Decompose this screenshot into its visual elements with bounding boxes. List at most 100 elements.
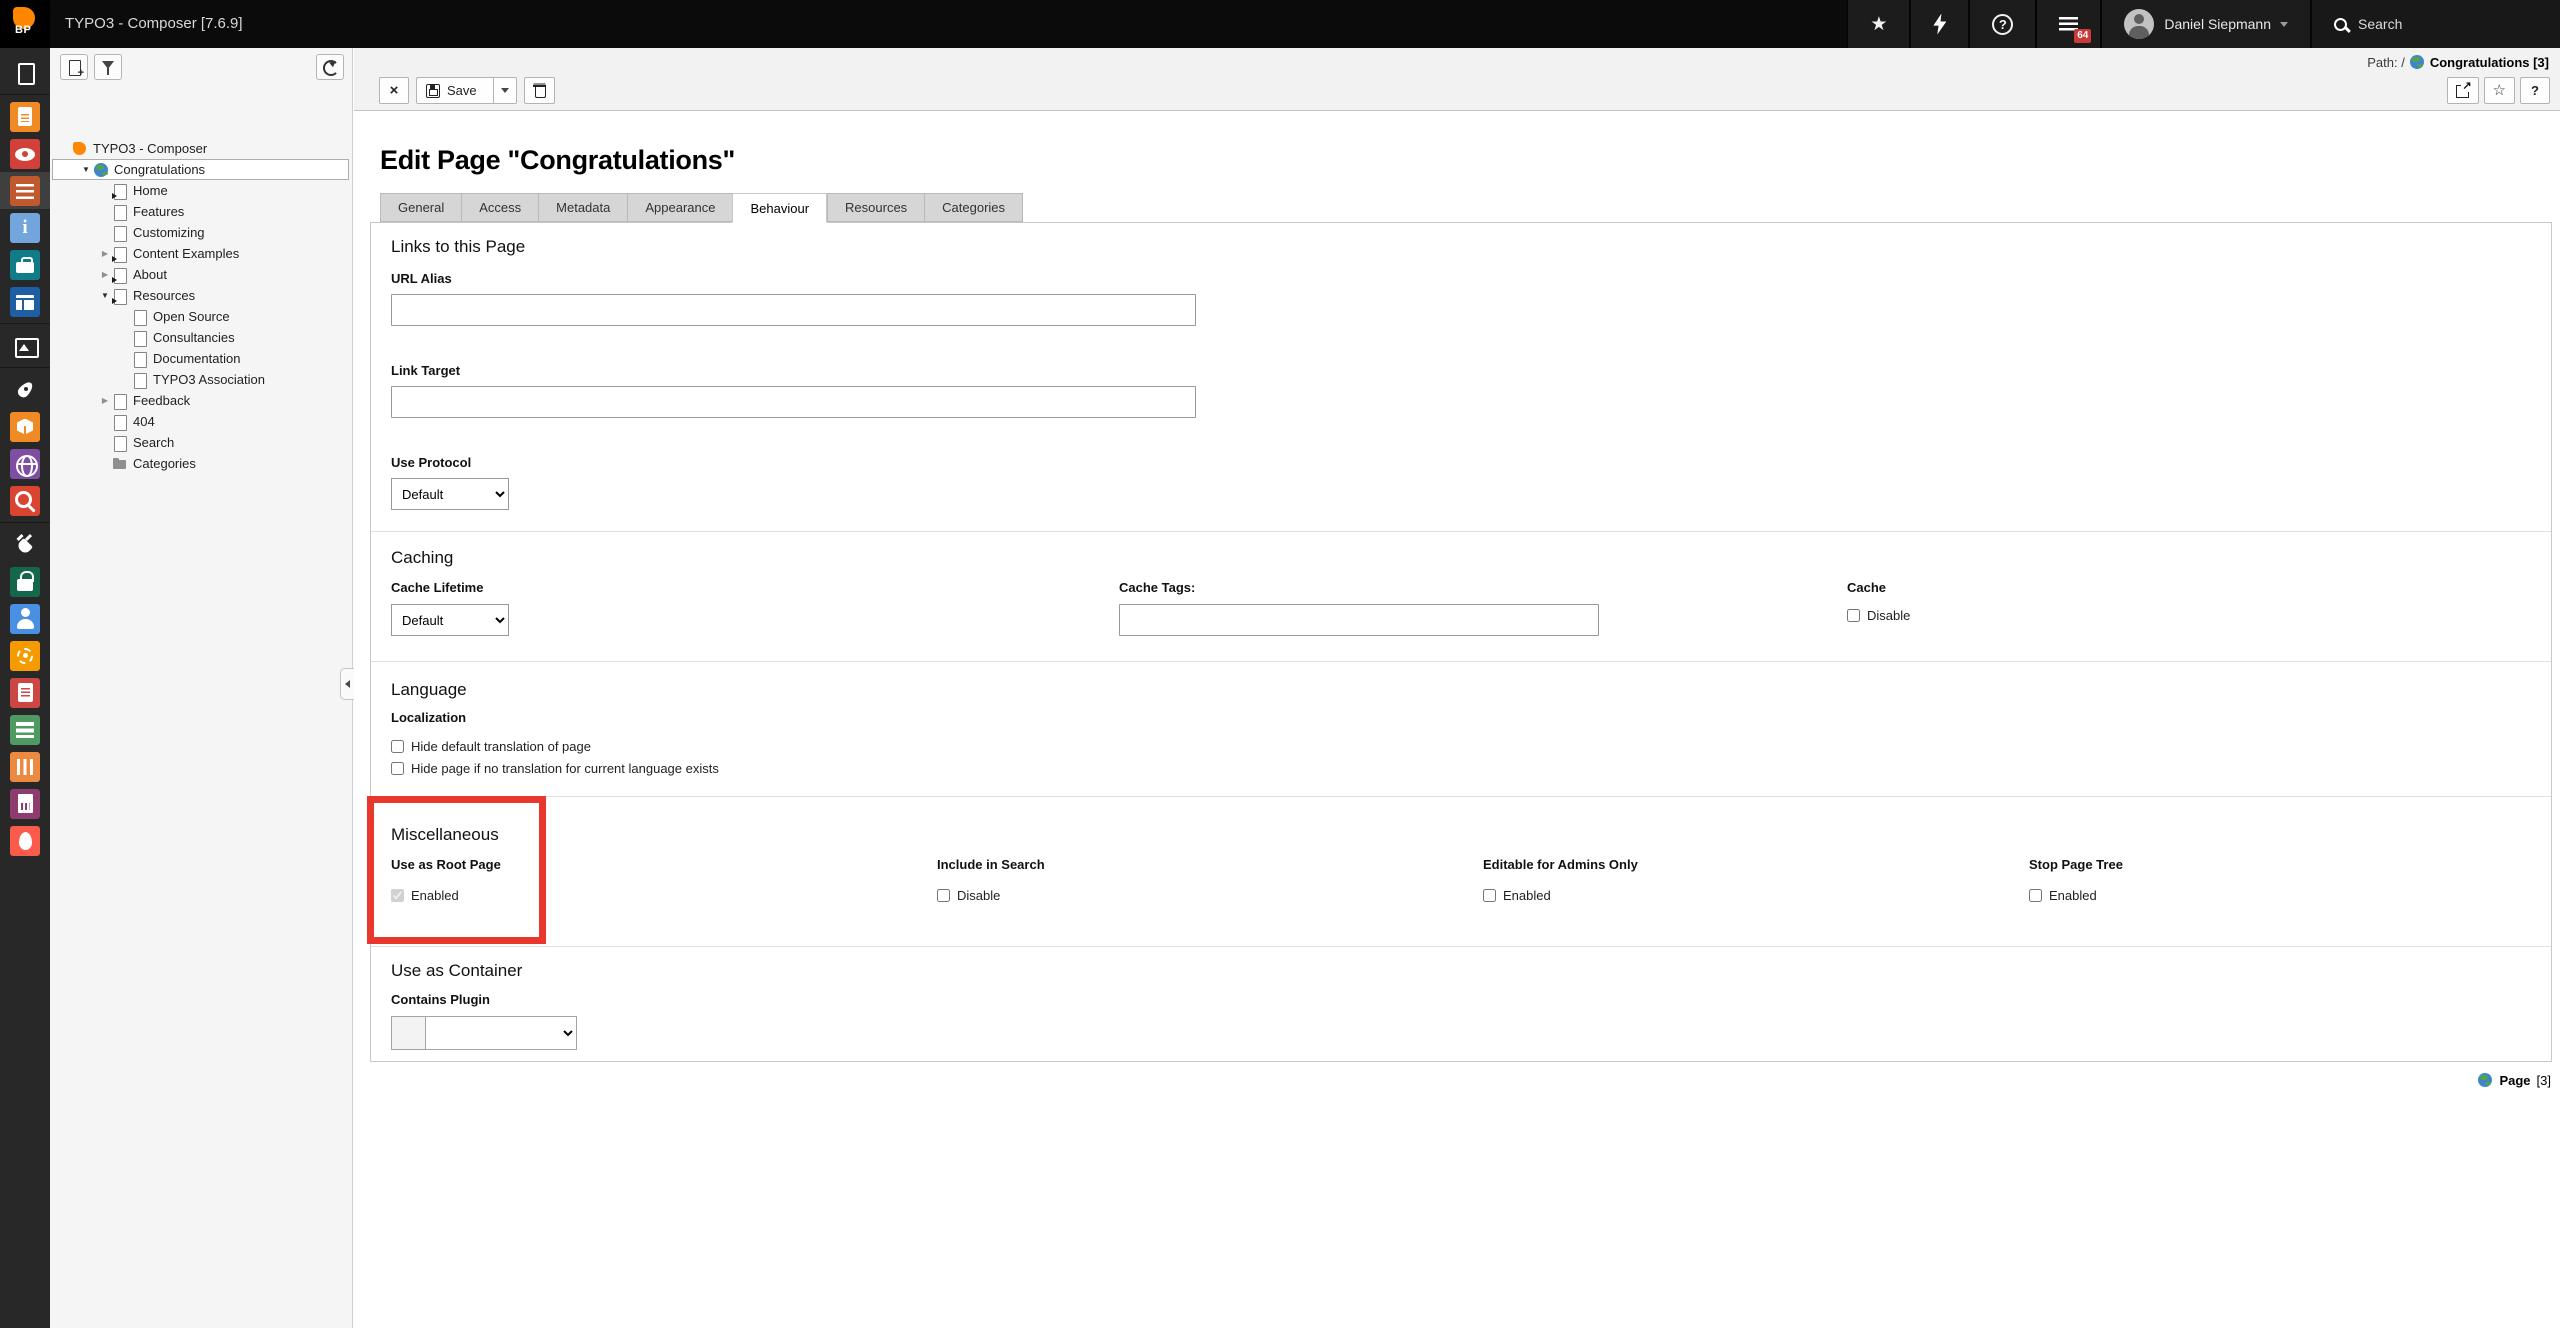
editable-for-admins-only-checkbox[interactable] bbox=[1483, 889, 1496, 902]
tree-toggle-icon[interactable]: ▼ bbox=[98, 292, 112, 300]
tree-node-label: TYPO3 - Composer bbox=[93, 141, 207, 156]
page-icon bbox=[112, 393, 128, 409]
hide-page-no-translation-checkbox[interactable] bbox=[391, 762, 404, 775]
module-view[interactable] bbox=[0, 98, 50, 135]
tree-toggle-icon[interactable]: ▶ bbox=[98, 250, 112, 258]
tree-toggle-icon[interactable]: ▶ bbox=[98, 271, 112, 279]
misc-field-include-in-search: Include in SearchDisable bbox=[937, 857, 1483, 903]
tree-node-about[interactable]: ▶About bbox=[52, 264, 349, 285]
open-documents-button[interactable]: 64 bbox=[2035, 0, 2100, 48]
close-button[interactable] bbox=[379, 77, 409, 104]
field-label: Include in Search bbox=[937, 857, 1483, 872]
module-indexed-search[interactable] bbox=[0, 482, 50, 519]
clear-cache-button[interactable] bbox=[1909, 0, 1968, 48]
tab-access[interactable]: Access bbox=[461, 193, 538, 222]
tree-node-resources[interactable]: ▼Resources bbox=[52, 285, 349, 306]
plug-icon bbox=[10, 530, 40, 560]
new-page-button[interactable] bbox=[60, 54, 88, 80]
tree-node-404[interactable]: 404 bbox=[52, 411, 349, 432]
module-rocket[interactable] bbox=[0, 371, 50, 408]
bookmarks-button[interactable] bbox=[1846, 0, 1909, 48]
module-extensions[interactable] bbox=[0, 408, 50, 445]
csh-help-button[interactable] bbox=[2520, 77, 2550, 104]
module-languages[interactable] bbox=[0, 445, 50, 482]
save-split-button: Save bbox=[416, 77, 517, 104]
tree-node-features[interactable]: Features bbox=[52, 201, 349, 222]
contains-plugin-select[interactable] bbox=[425, 1016, 577, 1050]
tree-node-congratulations[interactable]: ▼Congratulations bbox=[52, 159, 349, 180]
field-label: Stop Page Tree bbox=[2029, 857, 2551, 872]
save-options-button[interactable] bbox=[493, 78, 516, 103]
search-button[interactable]: Search bbox=[2310, 0, 2560, 48]
bookmark-button[interactable] bbox=[2484, 77, 2515, 104]
refresh-icon[interactable] bbox=[316, 54, 344, 80]
save-button[interactable]: Save bbox=[417, 78, 486, 103]
tab-general[interactable]: General bbox=[380, 193, 461, 222]
module-functions[interactable] bbox=[0, 246, 50, 283]
tree-node-typo3-association[interactable]: TYPO3 Association bbox=[52, 369, 349, 390]
module-permissions[interactable] bbox=[0, 563, 50, 600]
module-preview[interactable] bbox=[0, 135, 50, 172]
module-backend-users[interactable] bbox=[0, 600, 50, 637]
cache-disable-checkbox[interactable] bbox=[1847, 609, 1860, 622]
tab-behaviour[interactable]: Behaviour bbox=[732, 193, 827, 223]
page-icon bbox=[112, 204, 128, 220]
module-egg[interactable] bbox=[0, 822, 50, 859]
tree-toggle-icon[interactable]: ▼ bbox=[79, 166, 93, 174]
collapse-tree-handle[interactable] bbox=[340, 668, 354, 700]
cache-tags-field: Cache Tags: bbox=[1119, 580, 1847, 636]
tree-node-search[interactable]: Search bbox=[52, 432, 349, 453]
hide-default-translation-label: Hide default translation of page bbox=[411, 739, 591, 754]
module-configuration[interactable] bbox=[0, 748, 50, 785]
save-icon bbox=[426, 84, 440, 98]
module-plugin[interactable] bbox=[0, 526, 50, 563]
tab-metadata[interactable]: Metadata bbox=[538, 193, 627, 222]
contains-plugin-label: Contains Plugin bbox=[391, 992, 2531, 1007]
tree-node-content-examples[interactable]: ▶ Content Examples bbox=[52, 243, 349, 264]
filter-button[interactable] bbox=[94, 54, 122, 80]
link-target-input[interactable] bbox=[391, 386, 1196, 418]
view-webpage-button[interactable] bbox=[2447, 77, 2479, 104]
tree-node-home[interactable]: Home bbox=[52, 180, 349, 201]
tree-node-customizing[interactable]: Customizing bbox=[52, 222, 349, 243]
chevron-down-icon bbox=[2280, 22, 2288, 27]
module-filelist[interactable] bbox=[0, 327, 50, 364]
module-group-separator bbox=[0, 522, 50, 523]
tab-resources[interactable]: Resources bbox=[827, 193, 924, 222]
tree-node-label: Features bbox=[133, 204, 184, 219]
hide-default-translation-checkbox[interactable] bbox=[391, 740, 404, 753]
module-list[interactable] bbox=[0, 172, 50, 209]
module-template[interactable] bbox=[0, 283, 50, 320]
module-reports[interactable] bbox=[0, 785, 50, 822]
delete-button[interactable] bbox=[524, 77, 555, 104]
tree-node-categories[interactable]: Categories bbox=[52, 453, 349, 474]
module-db-check[interactable] bbox=[0, 711, 50, 748]
module-info[interactable] bbox=[0, 209, 50, 246]
tree-toggle-icon[interactable]: ▶ bbox=[98, 397, 112, 405]
cache-tags-input[interactable] bbox=[1119, 604, 1599, 636]
doc-icon bbox=[10, 102, 40, 132]
tree-node-consultancies[interactable]: Consultancies bbox=[52, 327, 349, 348]
cache-lifetime-select[interactable]: Default bbox=[391, 604, 509, 636]
include-in-search-checkbox[interactable] bbox=[937, 889, 950, 902]
globe-icon bbox=[93, 162, 109, 178]
tree-node-open-source[interactable]: Open Source bbox=[52, 306, 349, 327]
tree-node-label: TYPO3 Association bbox=[153, 372, 265, 387]
module-page[interactable] bbox=[0, 54, 50, 91]
tree-node-typo3-composer[interactable]: TYPO3 - Composer bbox=[52, 138, 349, 159]
module-scheduler[interactable] bbox=[0, 637, 50, 674]
use-protocol-select[interactable]: Default bbox=[391, 478, 509, 510]
tab-categories[interactable]: Categories bbox=[924, 193, 1023, 222]
tree-node-documentation[interactable]: Documentation bbox=[52, 348, 349, 369]
url-alias-input[interactable] bbox=[391, 294, 1196, 326]
module-log[interactable] bbox=[0, 674, 50, 711]
path-label: Path: / bbox=[2367, 55, 2405, 70]
tab-appearance[interactable]: Appearance bbox=[627, 193, 732, 222]
image-icon bbox=[10, 331, 40, 361]
help-button[interactable] bbox=[1968, 0, 2035, 48]
path-page-link[interactable]: Congratulations [3] bbox=[2430, 55, 2549, 70]
stop-page-tree-checkbox[interactable] bbox=[2029, 889, 2042, 902]
tree-node-feedback[interactable]: ▶Feedback bbox=[52, 390, 349, 411]
user-menu[interactable]: Daniel Siepmann bbox=[2100, 0, 2310, 48]
tree-node-label: Content Examples bbox=[133, 246, 239, 261]
